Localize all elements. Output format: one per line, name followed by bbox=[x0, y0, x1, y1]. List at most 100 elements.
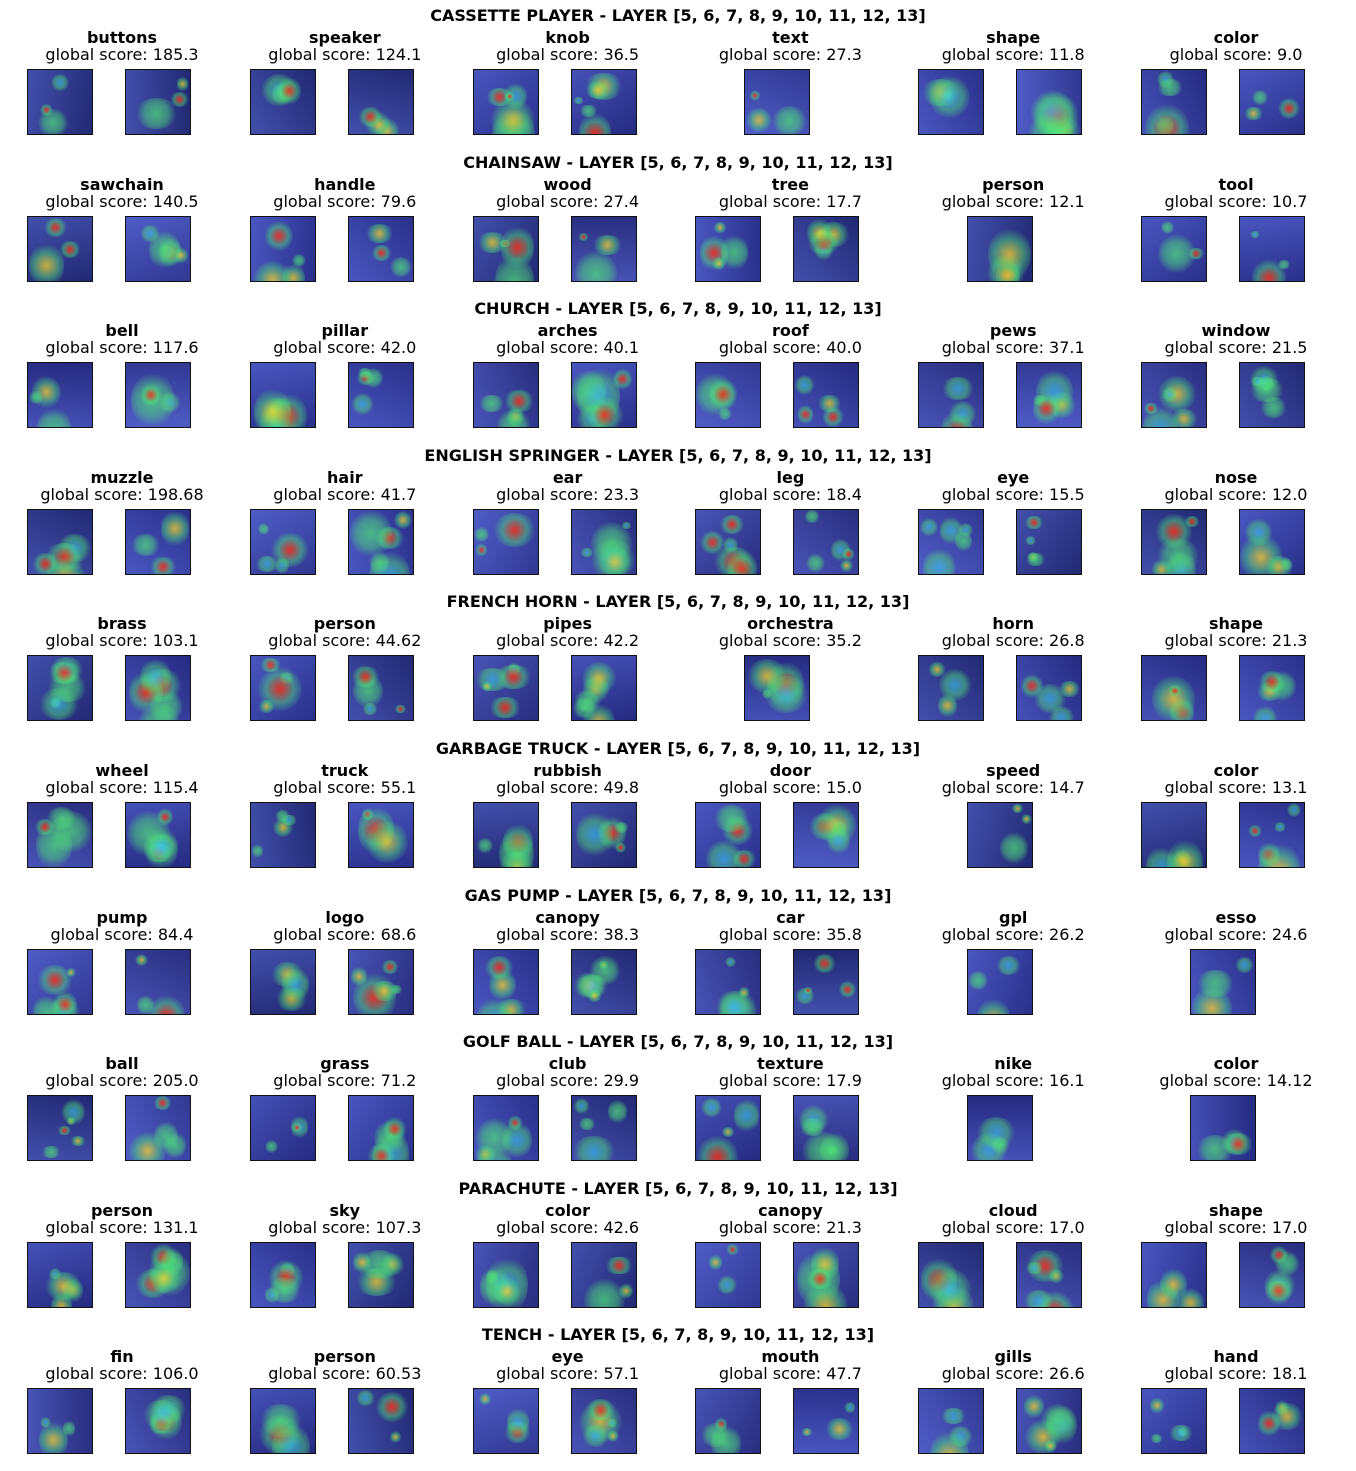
heatmap-thumbnail bbox=[793, 362, 860, 429]
heatmap-blob bbox=[772, 105, 808, 134]
heatmap-blob bbox=[497, 408, 530, 428]
heatmap-thumbnail bbox=[1239, 508, 1305, 575]
concept-global-score: global score: 15.5 bbox=[941, 484, 1085, 504]
heatmap-blob bbox=[1248, 824, 1262, 837]
heatmap-blob bbox=[1184, 516, 1201, 527]
concept-panel: cloud global score: 17.0 bbox=[902, 1179, 1124, 1325]
concept-panel: window global score: 21.5 bbox=[1125, 299, 1347, 445]
heatmap-blob bbox=[709, 377, 737, 412]
heatmap-blob bbox=[708, 1253, 722, 1272]
concept-global-score: global score: 17.9 bbox=[718, 1071, 862, 1091]
heatmap-blob bbox=[734, 1098, 759, 1133]
heatmap-blob bbox=[720, 1127, 735, 1137]
concept-panel: color global score: 14.12 bbox=[1125, 1032, 1347, 1178]
concept-global-score: global score: 107.3 bbox=[268, 1217, 422, 1237]
heatmap-thumbnail bbox=[570, 655, 637, 722]
class-section: CHURCH - LAYER [5, 6, 7, 8, 9, 10, 11, 1… bbox=[0, 299, 1356, 445]
concept-global-score: global score: 35.8 bbox=[718, 924, 862, 944]
heatmap-blob bbox=[1044, 1439, 1057, 1453]
heatmap-blob bbox=[491, 99, 535, 134]
heatmap-blob bbox=[40, 103, 53, 117]
concept-panel: door global score: 15.0 bbox=[679, 739, 901, 885]
heatmap-thumbnail bbox=[27, 655, 93, 722]
heatmap-thumbnail bbox=[1016, 1241, 1083, 1308]
heatmap-blob bbox=[824, 1417, 855, 1440]
heatmap-blob bbox=[573, 1098, 590, 1115]
heatmap-thumbnail bbox=[695, 1095, 762, 1162]
heatmap-blob bbox=[720, 234, 749, 271]
heatmap-blob bbox=[265, 1139, 278, 1154]
heatmap-thumbnail bbox=[249, 1095, 316, 1162]
heatmap-thumbnail bbox=[695, 215, 762, 282]
heatmap-thumbnail bbox=[1016, 655, 1083, 722]
heatmap-thumbnail bbox=[793, 215, 860, 282]
heatmap-thumbnail bbox=[793, 508, 860, 575]
concept-global-score: global score: 71.2 bbox=[273, 1071, 417, 1091]
heatmap-thumbnail bbox=[125, 655, 191, 722]
heatmap-thumbnail bbox=[1190, 1095, 1256, 1162]
heatmap-thumbnail bbox=[27, 508, 93, 575]
concept-panel: truck global score: 55.1 bbox=[234, 739, 456, 885]
class-section: CHAINSAW - LAYER [5, 6, 7, 8, 9, 10, 11,… bbox=[0, 153, 1356, 299]
concept-panel: orchestra global score: 35.2 bbox=[679, 592, 901, 738]
heatmap-blob bbox=[922, 548, 956, 574]
concept-global-score: global score: 12.0 bbox=[1164, 484, 1308, 504]
heatmap-blob bbox=[1222, 1133, 1255, 1156]
heatmap-blob bbox=[481, 681, 492, 692]
concept-panel: handle global score: 79.6 bbox=[234, 153, 456, 299]
heatmap-thumbnail bbox=[967, 802, 1034, 868]
concept-name: wood bbox=[543, 174, 592, 194]
heatmap-blob bbox=[938, 668, 972, 702]
class-section: CASSETTE PLAYER - LAYER [5, 6, 7, 8, 9, … bbox=[0, 6, 1356, 152]
heatmap-thumbnail bbox=[1141, 655, 1207, 722]
concept-panel: person global score: 12.1 bbox=[902, 153, 1124, 299]
heatmap-thumbnail bbox=[570, 215, 637, 282]
concept-global-score: global score: 13.1 bbox=[1164, 778, 1308, 797]
heatmap-blob bbox=[582, 662, 616, 694]
heatmap-blob bbox=[70, 1136, 87, 1146]
heatmap-thumbnail bbox=[793, 1241, 860, 1308]
concept-global-score: global score: 35.2 bbox=[718, 631, 862, 651]
concept-panel: pump global score: 84.4 bbox=[11, 886, 233, 1032]
heatmap-thumbnail bbox=[347, 1095, 414, 1162]
heatmap-blob bbox=[176, 76, 189, 92]
heatmap-thumbnail bbox=[1141, 1388, 1207, 1455]
heatmap-blob bbox=[1025, 552, 1046, 566]
concept-global-score: global score: 38.3 bbox=[496, 924, 640, 944]
heatmap-thumbnail bbox=[1239, 1388, 1305, 1455]
concept-global-score: global score: 27.3 bbox=[718, 45, 862, 64]
heatmap-blob bbox=[1149, 1396, 1164, 1414]
heatmap-blob bbox=[66, 968, 77, 977]
heatmap-thumbnail bbox=[1016, 69, 1083, 135]
heatmap-blob bbox=[58, 241, 81, 259]
heatmap-blob bbox=[1024, 535, 1036, 546]
heatmap-thumbnail bbox=[744, 655, 811, 722]
concept-global-score: global score: 18.1 bbox=[1164, 1364, 1308, 1384]
heatmap-blob bbox=[144, 827, 178, 867]
heatmap-thumbnail bbox=[472, 215, 539, 282]
concept-global-score: global score: 41.7 bbox=[273, 484, 417, 504]
concept-panel: tool global score: 10.7 bbox=[1125, 153, 1347, 299]
heatmap-blob bbox=[578, 232, 589, 242]
heatmap-blob bbox=[499, 830, 534, 867]
heatmap-blob bbox=[494, 1277, 521, 1306]
concept-name: esso bbox=[1215, 907, 1257, 927]
heatmap-thumbnail bbox=[1239, 215, 1305, 282]
concept-panel: hand global score: 18.1 bbox=[1125, 1325, 1347, 1471]
concept-global-score: global score: 79.6 bbox=[273, 191, 417, 211]
heatmap-blob bbox=[1161, 386, 1178, 403]
heatmap-blob bbox=[1142, 402, 1159, 414]
heatmap-blob bbox=[173, 247, 189, 264]
concept-global-score: global score: 17.7 bbox=[718, 191, 862, 211]
heatmap-blob bbox=[267, 1276, 302, 1304]
heatmap-thumbnail bbox=[249, 948, 316, 1015]
heatmap-blob bbox=[940, 1408, 967, 1425]
heatmap-thumbnail bbox=[1141, 802, 1207, 868]
heatmap-thumbnail bbox=[249, 1241, 316, 1308]
heatmap-blob bbox=[806, 218, 833, 248]
heatmap-blob bbox=[996, 259, 1020, 281]
concept-global-score: global score: 26.8 bbox=[941, 631, 1085, 651]
heatmap-blob bbox=[51, 73, 70, 92]
heatmap-blob bbox=[583, 704, 615, 721]
heatmap-blob bbox=[264, 220, 293, 252]
